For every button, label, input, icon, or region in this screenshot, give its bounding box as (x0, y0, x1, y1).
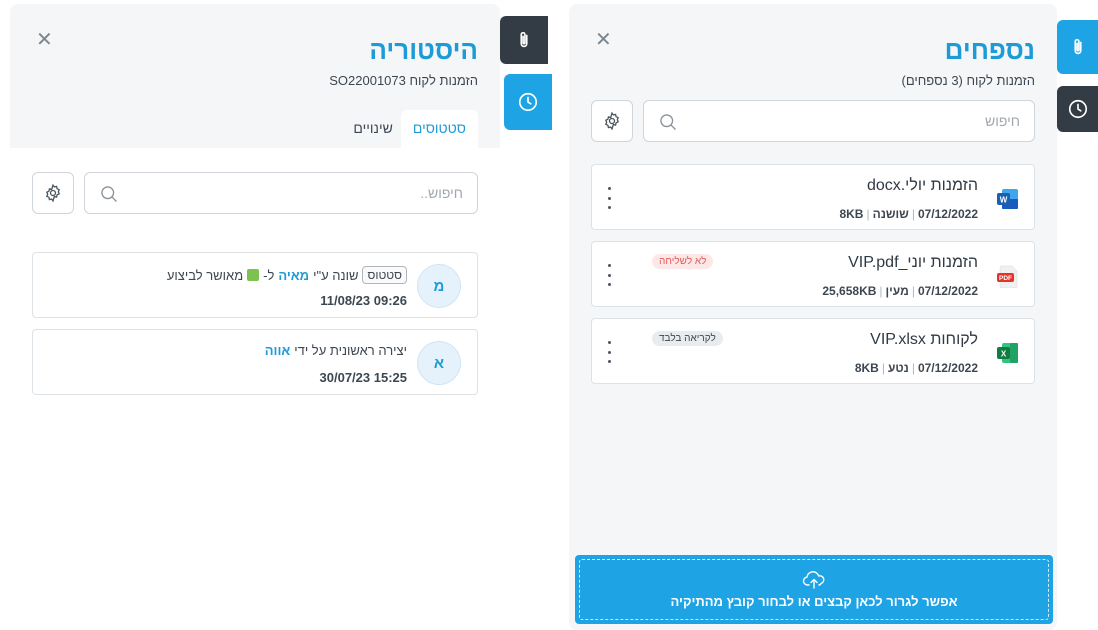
entry-changed-by-text: שונה ע"י (313, 267, 359, 283)
entry-time: 15:25 30/07/23 (319, 370, 407, 385)
file-name: הזמנות יולי.docx (866, 177, 978, 194)
paperclip-icon (1073, 38, 1082, 55)
attachments-search-box (643, 100, 1035, 142)
attachments-settings-button[interactable] (591, 100, 633, 142)
search-icon (101, 186, 117, 202)
file-size: 25,658KB (822, 284, 877, 298)
file-size: 8KB (854, 361, 879, 375)
attachments-search-row (591, 100, 1035, 142)
gear-icon (604, 111, 620, 131)
dropzone-border (579, 559, 1049, 620)
clock-icon (518, 92, 538, 112)
attachments-side-tab[interactable] (500, 16, 548, 64)
file-owner: שושנה (872, 207, 909, 221)
upload-dropzone[interactable]: אפשר לגרור לכאן קבצים או לבחור קובץ מהתי… (575, 555, 1053, 624)
attachments-side-tab-right[interactable] (1057, 20, 1098, 74)
file-name: הזמנות יוני_VIP.pdf (848, 254, 978, 271)
history-panel: ✕ היסטוריה הזמנות לקוח SO22001073 סטטוסי… (10, 4, 500, 630)
file-meta: 07/12/2022|שושנה|8KB (839, 207, 978, 221)
file-meta: 07/12/2022|מעין|25,658KB (822, 284, 978, 298)
history-entry: א יצירה ראשונית על ידי אווה 15:25 30/07/… (32, 329, 478, 395)
file-date: 07/12/2022 (917, 207, 978, 221)
tab-changes[interactable]: שינויים (345, 120, 400, 148)
file-owner: מעין (885, 284, 909, 298)
attachments-title: נספחים (944, 35, 1035, 65)
history-search-input[interactable] (85, 173, 477, 213)
status-color-indicator (247, 269, 260, 281)
close-icon[interactable]: ✕ (36, 30, 53, 50)
file-size: 8KB (839, 207, 864, 221)
search-icon (660, 114, 676, 130)
paperclip-icon (520, 31, 528, 48)
kebab-icon[interactable] (604, 341, 614, 363)
pdf-file-icon: PDF (997, 265, 1018, 288)
excel-file-icon: X (997, 343, 1018, 363)
history-side-tab[interactable] (504, 74, 552, 130)
attachments-search-input[interactable] (644, 101, 1034, 141)
avatar: א (417, 341, 461, 385)
entry-to-text: ל- (263, 267, 275, 283)
history-body: מ סטטוס שונה ע"י מאיה ל- מאושר לביצוע 09… (10, 148, 500, 630)
kebab-icon[interactable] (604, 187, 614, 209)
entry-time: 09:26 11/08/23 (320, 293, 407, 308)
history-tabs: סטטוסים שינויים (345, 110, 478, 148)
history-entry: מ סטטוס שונה ע"י מאיה ל- מאושר לביצוע 09… (32, 252, 478, 318)
file-name: לקוחות VIP.xlsx (870, 331, 978, 348)
file-status-badge: לקריאה בלבד (652, 331, 723, 346)
kebab-icon[interactable] (604, 264, 614, 286)
tab-statuses[interactable]: סטטוסים (400, 110, 478, 148)
attachments-subtitle: הזמנות לקוח (3 נספחים) (901, 73, 1035, 88)
word-file-icon: W (997, 189, 1018, 209)
entry-created-by-text: יצירה ראשונית על ידי (294, 343, 407, 358)
entry-description: סטטוס שונה ע"י מאיה ל- מאושר לביצוע (167, 266, 407, 284)
svg-text:PDF: PDF (999, 275, 1012, 282)
file-meta: 07/12/2022|נטע|8KB (854, 361, 978, 375)
file-item[interactable]: X לקוחות VIP.xlsx לקריאה בלבד 07/12/2022… (591, 318, 1035, 384)
entry-status-label: מאושר לביצוע (166, 267, 244, 283)
avatar: מ (417, 264, 461, 308)
file-item[interactable]: W הזמנות יולי.docx 07/12/2022|שושנה|8KB (591, 164, 1035, 230)
svg-text:W: W (1000, 196, 1008, 205)
history-search-row (32, 172, 478, 214)
entry-user-link[interactable]: אווה (265, 343, 291, 358)
file-date: 07/12/2022 (917, 284, 978, 298)
attachments-panel: ✕ נספחים הזמנות לקוח (3 נספחים) W הזמנות… (569, 4, 1057, 630)
status-chip: סטטוס (362, 266, 407, 284)
svg-text:X: X (1001, 350, 1007, 359)
file-item[interactable]: PDF הזמנות יוני_VIP.pdf לא לשליחה 07/12/… (591, 241, 1035, 307)
close-icon[interactable]: ✕ (595, 30, 612, 50)
clock-icon (1068, 99, 1087, 119)
entry-description: יצירה ראשונית על ידי אווה (265, 343, 407, 358)
file-owner: נטע (887, 361, 909, 375)
gear-icon (45, 183, 61, 203)
file-status-badge: לא לשליחה (652, 254, 714, 269)
history-search-box (84, 172, 478, 214)
history-subtitle: הזמנות לקוח SO22001073 (329, 73, 478, 88)
history-settings-button[interactable] (32, 172, 74, 214)
entry-user-link[interactable]: מאיה (278, 268, 309, 283)
history-side-tab-right[interactable] (1057, 86, 1098, 132)
history-title: היסטוריה (369, 35, 478, 65)
file-date: 07/12/2022 (917, 361, 978, 375)
